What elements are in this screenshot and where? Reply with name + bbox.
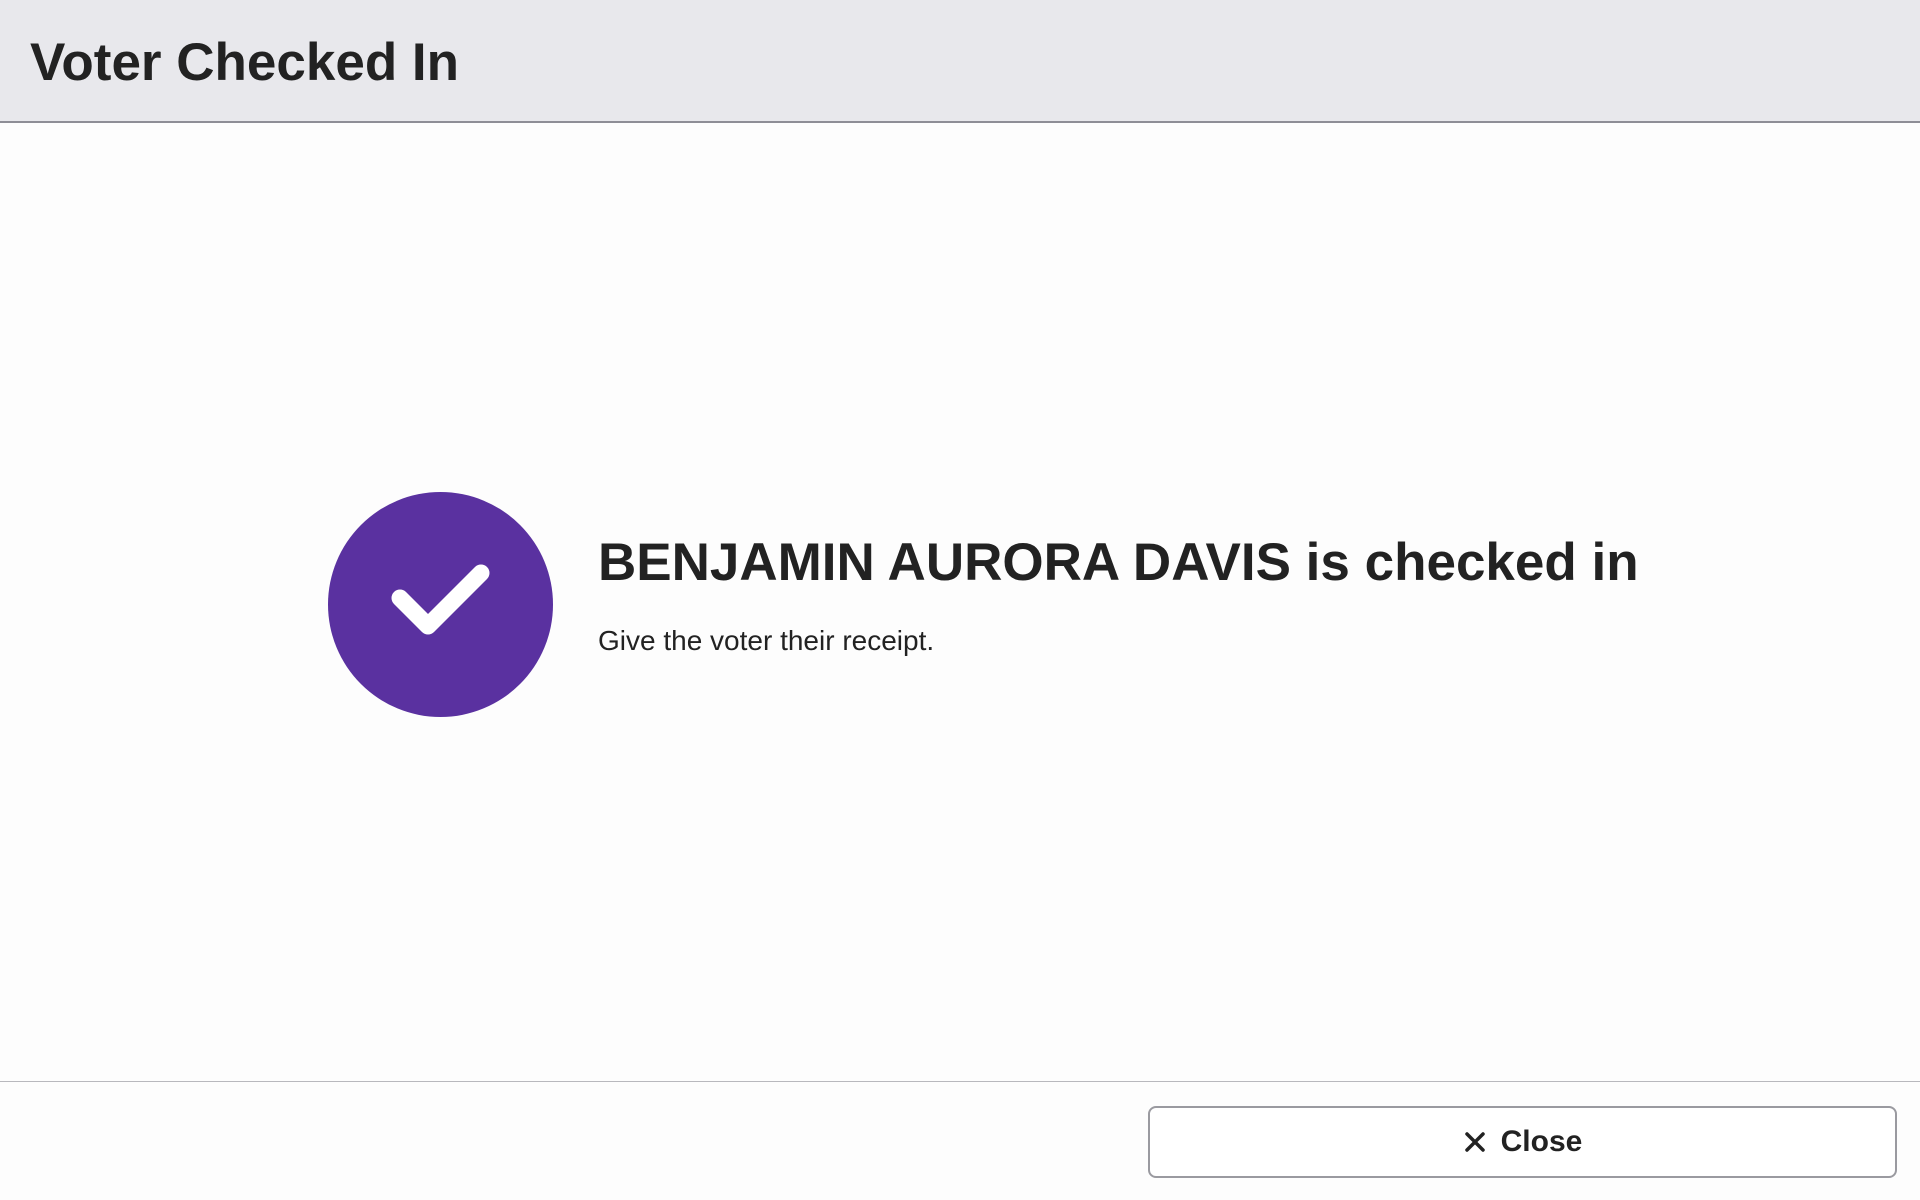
- receipt-instruction: Give the voter their receipt.: [598, 625, 935, 656]
- close-button-label: Close: [1500, 1125, 1583, 1158]
- page-title: Voter Checked In: [30, 33, 460, 92]
- close-icon: [1463, 1130, 1487, 1154]
- button-bar: Close: [0, 1081, 1920, 1200]
- voter-checked-in-screen: Voter Checked In BENJAMIN AURORA DAVIS i…: [0, 0, 1920, 1200]
- close-button[interactable]: Close: [1148, 1106, 1897, 1178]
- main-content: BENJAMIN AURORA DAVIS is checked in Give…: [0, 123, 1920, 1081]
- checked-in-heading: BENJAMIN AURORA DAVIS is checked in: [598, 533, 1639, 592]
- checkmark-circle-icon: [328, 492, 553, 717]
- page-header: Voter Checked In: [0, 0, 1920, 123]
